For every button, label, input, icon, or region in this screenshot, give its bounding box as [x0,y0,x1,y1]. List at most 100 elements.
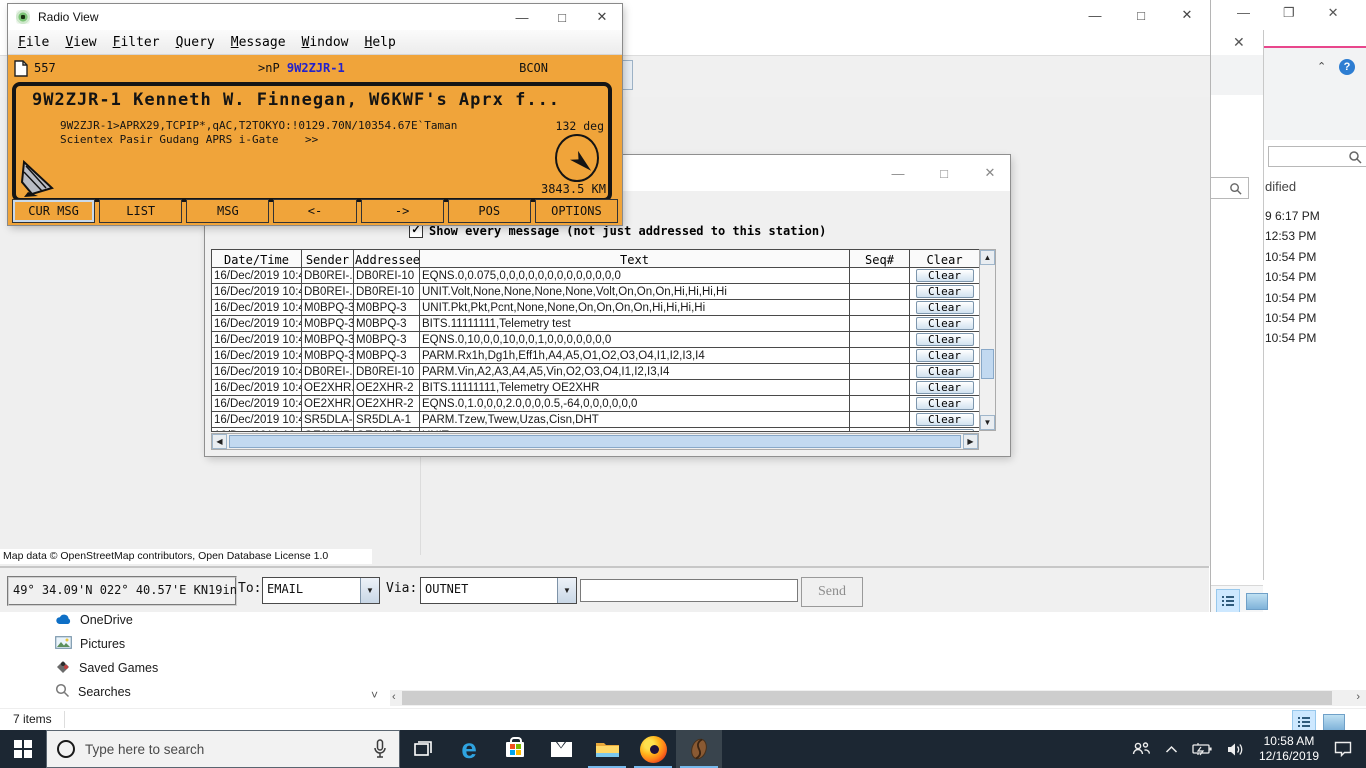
sidebar-item-pictures[interactable]: Pictures [0,632,360,656]
message-row[interactable]: 16/Dec/2019 10:4...M0BPQ-3M0BPQ-3BITS.11… [211,315,979,332]
chevron-down-icon[interactable]: ▼ [557,578,576,603]
message-row[interactable]: 16/Dec/2019 10:4...DB0REI-...DB0REI-10PA… [211,363,979,380]
help-icon[interactable]: ? [1339,59,1355,75]
message-row[interactable]: 16/Dec/2019 10:4...DB0REI-...DB0REI-10EQ… [211,267,979,284]
maximize-icon[interactable]: □ [1118,0,1164,30]
clear-message-button[interactable]: Clear [915,349,974,362]
scrollbar-thumb[interactable] [981,349,994,379]
radio-button-pos[interactable]: POS [447,199,531,223]
radio-button-cur-msg[interactable]: CUR MSG [12,199,96,223]
minimize-icon[interactable]: — [875,155,921,191]
to-combobox[interactable]: EMAIL ▼ [262,577,380,604]
send-button[interactable]: Send [801,577,863,607]
action-center-icon[interactable] [1327,730,1366,768]
checkbox-checked-icon[interactable]: ✓ [409,224,423,238]
date-modified-column-header[interactable]: dified [1265,179,1296,194]
sidebar-item-saved-games[interactable]: Saved Games [0,656,360,680]
mail-taskbar-icon[interactable] [538,730,584,768]
clear-message-button[interactable]: Clear [915,269,974,282]
scroll-up-icon[interactable]: ▲ [980,250,995,265]
scroll-right-icon[interactable]: › [1356,691,1360,703]
radio-view-titlebar[interactable]: Radio View — □ ✕ [8,4,622,30]
show-every-message-option[interactable]: ✓ Show every message (not just addressed… [409,224,826,238]
menu-item-file[interactable]: File [18,35,49,50]
menu-item-message[interactable]: Message [231,35,286,50]
battery-icon[interactable] [1185,730,1220,768]
menu-item-query[interactable]: Query [176,35,215,50]
maximize-icon[interactable]: □ [921,155,967,191]
menu-item-window[interactable]: Window [302,35,349,50]
close-icon[interactable]: ✕ [582,4,622,30]
scrollbar-thumb[interactable] [402,691,1332,705]
scroll-right-icon[interactable]: ▶ [963,434,978,449]
scrollbar-thumb[interactable] [229,435,961,448]
clear-message-button[interactable]: Clear [915,301,974,314]
large-icons-view-icon[interactable] [1246,592,1268,610]
menu-item-filter[interactable]: Filter [113,35,160,50]
scroll-down-icon[interactable]: ▼ [980,415,995,430]
scroll-left-icon[interactable]: ‹ [392,691,396,703]
clear-message-button[interactable]: Clear [915,381,974,394]
clear-message-button[interactable]: Clear [915,413,974,426]
close-icon[interactable]: ✕ [1233,34,1245,51]
minimize-icon[interactable]: — [1237,5,1250,21]
message-row[interactable]: 16/Dec/2019 10:4...M0BPQ-3M0BPQ-3UNIT.Pk… [211,299,979,316]
message-row[interactable]: 16/Dec/2019 10:4...OE2XHR...OE2XHR-2UNIT… [211,427,979,431]
vertical-scrollbar[interactable]: ▲ ▼ [979,249,996,431]
radio-button-msg[interactable]: MSG [186,199,270,223]
taskbar-search-box[interactable]: Type here to search [46,730,400,768]
radio-button--[interactable]: <- [273,199,357,223]
horizontal-scrollbar[interactable]: ‹ › [390,690,1366,706]
horizontal-scrollbar[interactable]: ◀ ▶ [211,433,979,450]
explorer-search-box[interactable] [1211,177,1249,199]
details-view-icon[interactable] [1216,589,1240,613]
clear-message-button[interactable]: Clear [915,397,974,410]
minimize-icon[interactable]: — [502,4,542,30]
microphone-icon[interactable] [373,739,387,759]
close-icon[interactable]: ✕ [1328,5,1339,21]
minimize-icon[interactable]: — [1072,0,1118,30]
radio-button--[interactable]: -> [360,199,444,223]
scroll-left-icon[interactable]: ◀ [212,434,227,449]
close-icon[interactable]: ✕ [967,155,1013,191]
clear-message-button[interactable]: Clear [915,365,974,378]
radio-button-list[interactable]: LIST [99,199,183,223]
message-row[interactable]: 16/Dec/2019 10:4...M0BPQ-3M0BPQ-3PARM.Rx… [211,347,979,364]
chevron-down-icon[interactable]: ▼ [360,578,379,603]
show-hidden-icons-chevron[interactable] [1158,730,1185,768]
via-combobox[interactable]: OUTNET ▼ [420,577,577,604]
edge-taskbar-icon[interactable]: e [446,730,492,768]
close-icon[interactable]: ✕ [1164,0,1210,30]
radio-button-options[interactable]: OPTIONS [534,199,618,223]
message-row[interactable]: 16/Dec/2019 10:4...M0BPQ-3M0BPQ-3EQNS.0,… [211,331,979,348]
store-taskbar-icon[interactable] [492,730,538,768]
message-row[interactable]: 16/Dec/2019 10:4...SR5DLA-1SR5DLA-1PARM.… [211,411,979,428]
start-button[interactable] [0,730,46,768]
task-view-button[interactable] [400,730,446,768]
message-text-input[interactable] [580,579,798,602]
clear-message-button[interactable]: Clear [915,429,974,431]
cell-text: EQNS.0,0.075,0,0,0,0,0,0,0,0,0,0,0,0,0 [419,267,850,284]
clear-message-button[interactable]: Clear [915,285,974,298]
sidebar-item-onedrive[interactable]: OneDrive [0,608,360,632]
clear-message-button[interactable]: Clear [915,317,974,330]
message-row[interactable]: 16/Dec/2019 10:4...OE2XHR...OE2XHR-2BITS… [211,379,979,396]
maximize-icon[interactable]: □ [542,4,582,30]
firefox-taskbar-icon[interactable] [630,730,676,768]
sidebar-item-searches[interactable]: Searches [0,680,360,704]
chevron-down-icon[interactable]: ˅ [371,688,378,702]
restore-icon[interactable]: ❐ [1283,5,1295,21]
taskbar-clock[interactable]: 10:58 AM 12/16/2019 [1251,730,1327,768]
ribbon-collapse-icon[interactable]: ⌃ [1317,60,1326,73]
message-row[interactable]: 16/Dec/2019 10:4...OE2XHR...OE2XHR-2EQNS… [211,395,979,412]
large-icons-view-icon[interactable] [1323,713,1345,731]
menu-item-help[interactable]: Help [365,35,396,50]
menu-item-view[interactable]: View [65,35,96,50]
speaker-icon[interactable] [1220,730,1251,768]
clear-message-button[interactable]: Clear [915,333,974,346]
java-app-taskbar-icon[interactable] [676,730,722,768]
message-row[interactable]: 16/Dec/2019 10:4...DB0REI-...DB0REI-10UN… [211,283,979,300]
file-explorer-taskbar-icon[interactable] [584,730,630,768]
people-icon[interactable] [1125,730,1158,768]
explorer-search-box[interactable] [1268,146,1366,167]
